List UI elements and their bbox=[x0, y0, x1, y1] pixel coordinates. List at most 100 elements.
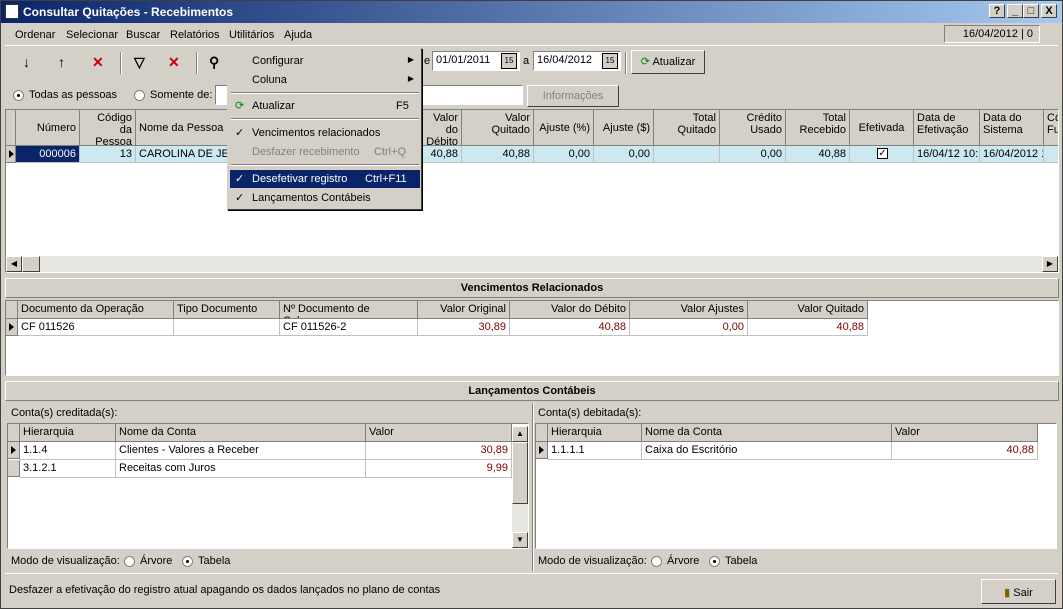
credit-header-nome[interactable]: Nome da Conta bbox=[116, 424, 366, 442]
cell-numero[interactable]: 000006 bbox=[16, 146, 80, 163]
efetivada-checkbox[interactable]: ✓ bbox=[877, 148, 888, 159]
menu-utilitarios[interactable]: Utilitários bbox=[229, 29, 274, 41]
cell-valor-debito[interactable]: 40,88 bbox=[422, 146, 462, 163]
scroll-thumb[interactable] bbox=[22, 256, 40, 272]
cell-valor-quitado[interactable]: 40,88 bbox=[462, 146, 534, 163]
debit-header-hierarquia[interactable]: Hierarquia bbox=[548, 424, 642, 442]
sort-asc-icon[interactable]: ↓ bbox=[23, 54, 30, 70]
venc-header-tipo[interactable]: Tipo Documento bbox=[174, 301, 280, 319]
only-of-radio[interactable] bbox=[134, 90, 145, 101]
venc-cell-debito[interactable]: 40,88 bbox=[510, 319, 630, 336]
maximize-button[interactable]: □ bbox=[1023, 4, 1039, 18]
binoculars-icon[interactable]: ⚲ bbox=[209, 54, 219, 71]
calendar-icon[interactable]: 15 bbox=[501, 53, 517, 69]
help-button[interactable]: ? bbox=[989, 4, 1005, 18]
cell-data-sistema[interactable]: 16/04/2012 1 bbox=[980, 146, 1044, 163]
cell-credito-usado[interactable]: 0,00 bbox=[720, 146, 786, 163]
col-header-nome[interactable]: Nome da Pessoa bbox=[136, 110, 232, 146]
col-header-valor-quitado[interactable]: Valor Quitado bbox=[462, 110, 534, 146]
venc-header-orig[interactable]: Valor Original bbox=[418, 301, 510, 319]
clear-filter-icon[interactable]: ✕ bbox=[168, 54, 180, 71]
debit-cell-hierarquia[interactable]: 1.1.1.1 bbox=[548, 442, 642, 460]
scroll-left-icon[interactable]: ◀ bbox=[6, 256, 22, 272]
cell-ajuste-val[interactable]: 0,00 bbox=[594, 146, 654, 163]
col-header-valor-debito[interactable]: Valor do Débito bbox=[422, 110, 462, 146]
debit-cell-nome[interactable]: Caixa do Escritório bbox=[642, 442, 892, 460]
menu-selecionar[interactable]: Selecionar bbox=[66, 29, 118, 41]
debit-cell-valor[interactable]: 40,88 bbox=[892, 442, 1038, 460]
menu-item-configurar[interactable]: Configurar ▶ bbox=[230, 52, 420, 70]
col-header-ajuste-val[interactable]: Ajuste ($) bbox=[594, 110, 654, 146]
clear-sort-icon[interactable]: ✕ bbox=[92, 54, 104, 71]
info-button[interactable]: Informações bbox=[527, 85, 619, 107]
venc-header-quitado[interactable]: Valor Quitado bbox=[748, 301, 868, 319]
credit-cell-valor[interactable]: 30,89 bbox=[366, 442, 512, 460]
col-header-codigo[interactable]: Código da Pessoa bbox=[80, 110, 136, 146]
refresh-button[interactable]: ⟳ Atualizar bbox=[631, 50, 705, 74]
close-button[interactable]: X bbox=[1041, 4, 1057, 18]
venc-cell-ajustes[interactable]: 0,00 bbox=[630, 319, 748, 336]
menu-item-vencimentos[interactable]: ✓ Vencimentos relacionados bbox=[230, 124, 420, 142]
col-header-data-efetivacao[interactable]: Data de Efetivação bbox=[914, 110, 980, 146]
col-header-numero[interactable]: Número bbox=[16, 110, 80, 146]
col-header-efetivada[interactable]: Efetivada bbox=[850, 110, 914, 146]
menu-item-lancamentos[interactable]: ✓ Lançamentos Contábeis bbox=[230, 189, 420, 207]
cell-total-recebido[interactable]: 40,88 bbox=[786, 146, 850, 163]
menu-buscar[interactable]: Buscar bbox=[126, 29, 160, 41]
menu-item-atualizar[interactable]: ⟳ Atualizar F5 bbox=[230, 97, 420, 115]
venc-cell-tipo[interactable] bbox=[174, 319, 280, 336]
scroll-down-icon[interactable]: ▼ bbox=[512, 532, 528, 548]
debit-table-radio[interactable] bbox=[709, 556, 720, 567]
scroll-up-icon[interactable]: ▲ bbox=[512, 426, 528, 442]
credit-cell-nome[interactable]: Clientes - Valores a Receber bbox=[116, 442, 366, 460]
venc-cell-num[interactable]: CF 011526-2 bbox=[280, 319, 418, 336]
venc-cell-quitado[interactable]: 40,88 bbox=[748, 319, 868, 336]
col-header-ajuste-pct[interactable]: Ajuste (%) bbox=[534, 110, 594, 146]
filter-icon[interactable]: ▽ bbox=[134, 54, 145, 71]
cell-cod-fu[interactable] bbox=[1044, 146, 1058, 163]
menu-ordenar[interactable]: Ordenar bbox=[15, 29, 55, 41]
credit-header-hierarquia[interactable]: Hierarquia bbox=[20, 424, 116, 442]
venc-cell-orig[interactable]: 30,89 bbox=[418, 319, 510, 336]
cell-data-efetivacao[interactable]: 16/04/12 10: bbox=[914, 146, 980, 163]
credit-table-radio[interactable] bbox=[182, 556, 193, 567]
col-header-data-sistema[interactable]: Data do Sistema bbox=[980, 110, 1044, 146]
cell-codigo[interactable]: 13 bbox=[80, 146, 136, 163]
cell-efetivada[interactable]: ✓ bbox=[850, 146, 914, 163]
credit-cell-valor[interactable]: 9,99 bbox=[366, 460, 512, 478]
venc-header-ajustes[interactable]: Valor Ajustes bbox=[630, 301, 748, 319]
debit-header-valor[interactable]: Valor bbox=[892, 424, 1038, 442]
minimize-button[interactable]: _ bbox=[1007, 4, 1023, 18]
exit-button[interactable]: ▮ Sair bbox=[981, 579, 1056, 604]
menu-item-desefetivar[interactable]: ✓ Desefetivar registro Ctrl+F11 bbox=[230, 170, 420, 188]
col-header-total-quitado[interactable]: Total Quitado bbox=[654, 110, 720, 146]
credit-tree-radio[interactable] bbox=[124, 556, 135, 567]
col-header-credito-usado[interactable]: Crédito Usado bbox=[720, 110, 786, 146]
debit-header-nome[interactable]: Nome da Conta bbox=[642, 424, 892, 442]
all-people-radio[interactable] bbox=[13, 90, 24, 101]
venc-header-debito[interactable]: Valor do Débito bbox=[510, 301, 630, 319]
main-hscrollbar[interactable]: ◀ ▶ bbox=[6, 256, 1058, 272]
scroll-thumb[interactable] bbox=[512, 442, 528, 504]
sort-desc-icon[interactable]: ↑ bbox=[58, 54, 65, 70]
credit-header-valor[interactable]: Valor bbox=[366, 424, 512, 442]
venc-header-num[interactable]: Nº Documento de Cobrança bbox=[280, 301, 418, 319]
debit-tree-radio[interactable] bbox=[651, 556, 662, 567]
cell-ajuste-pct[interactable]: 0,00 bbox=[534, 146, 594, 163]
menu-ajuda[interactable]: Ajuda bbox=[284, 29, 312, 41]
menu-item-coluna[interactable]: Coluna ▶ bbox=[230, 71, 420, 89]
venc-cell-doc[interactable]: CF 011526 bbox=[18, 319, 174, 336]
cell-nome[interactable]: CAROLINA DE JESU bbox=[136, 146, 232, 163]
scroll-right-icon[interactable]: ▶ bbox=[1042, 256, 1058, 272]
calendar-icon[interactable]: 15 bbox=[602, 53, 618, 69]
credit-cell-hierarquia[interactable]: 3.1.2.1 bbox=[20, 460, 116, 478]
menu-relatorios[interactable]: Relatórios bbox=[170, 29, 220, 41]
cell-total-quitado[interactable] bbox=[654, 146, 720, 163]
credit-cell-nome[interactable]: Receitas com Juros bbox=[116, 460, 366, 478]
menu-item-desfazer: Desfazer recebimento Ctrl+Q bbox=[230, 143, 420, 161]
col-header-cod-fu[interactable]: Có Fu bbox=[1044, 110, 1058, 146]
col-header-total-recebido[interactable]: Total Recebido bbox=[786, 110, 850, 146]
credit-vscrollbar[interactable]: ▲ ▼ bbox=[512, 426, 528, 548]
venc-header-doc[interactable]: Documento da Operação bbox=[18, 301, 174, 319]
credit-cell-hierarquia[interactable]: 1.1.4 bbox=[20, 442, 116, 460]
